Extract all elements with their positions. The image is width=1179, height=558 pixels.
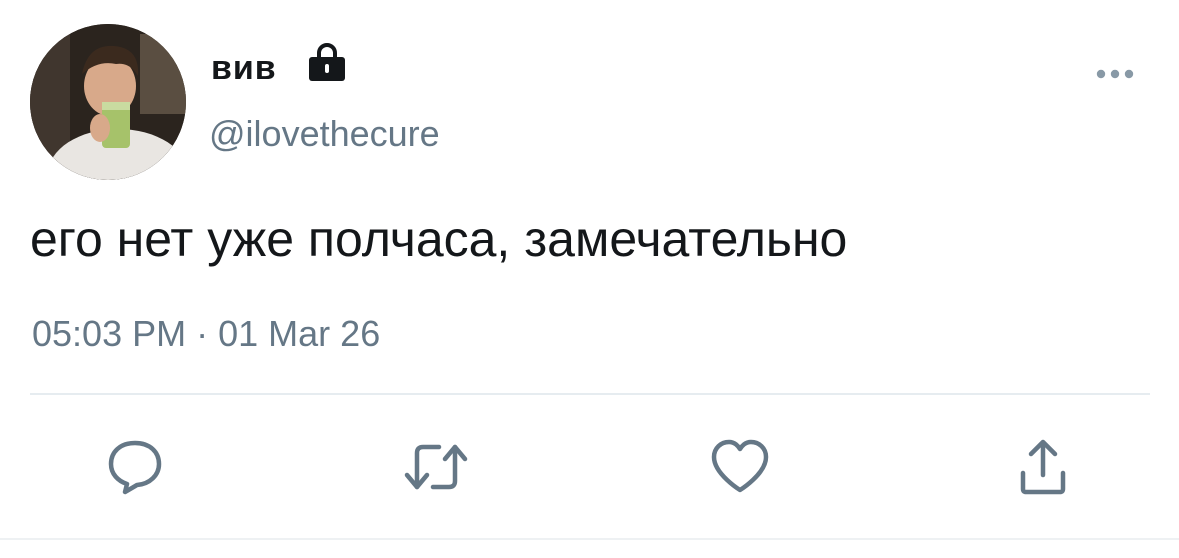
retweet-button[interactable] — [401, 432, 471, 502]
tweet-date: 01 Mar 26 — [218, 313, 381, 354]
divider — [30, 393, 1150, 395]
tweet-text: его нет уже полчаса, замечательно — [30, 211, 848, 267]
share-button[interactable] — [1008, 432, 1078, 502]
tweet-timestamp[interactable]: 05:03 PM · 01 Mar 26 — [32, 310, 380, 358]
display-name[interactable]: вив — [211, 46, 277, 90]
retweet-icon — [404, 444, 468, 490]
like-button[interactable] — [705, 432, 775, 502]
share-icon — [1020, 439, 1066, 495]
timestamp-separator: · — [196, 313, 209, 354]
avatar-photo — [30, 24, 186, 180]
reply-button[interactable] — [100, 432, 170, 502]
heart-icon — [711, 439, 769, 493]
tweet-time: 05:03 PM — [32, 313, 187, 354]
more-icon[interactable] — [1093, 62, 1137, 86]
user-handle[interactable]: @ilovethecure — [209, 112, 440, 156]
lock-icon — [309, 43, 345, 81]
reply-icon — [108, 440, 162, 495]
avatar[interactable] — [30, 24, 186, 180]
bottom-divider — [0, 538, 1179, 540]
